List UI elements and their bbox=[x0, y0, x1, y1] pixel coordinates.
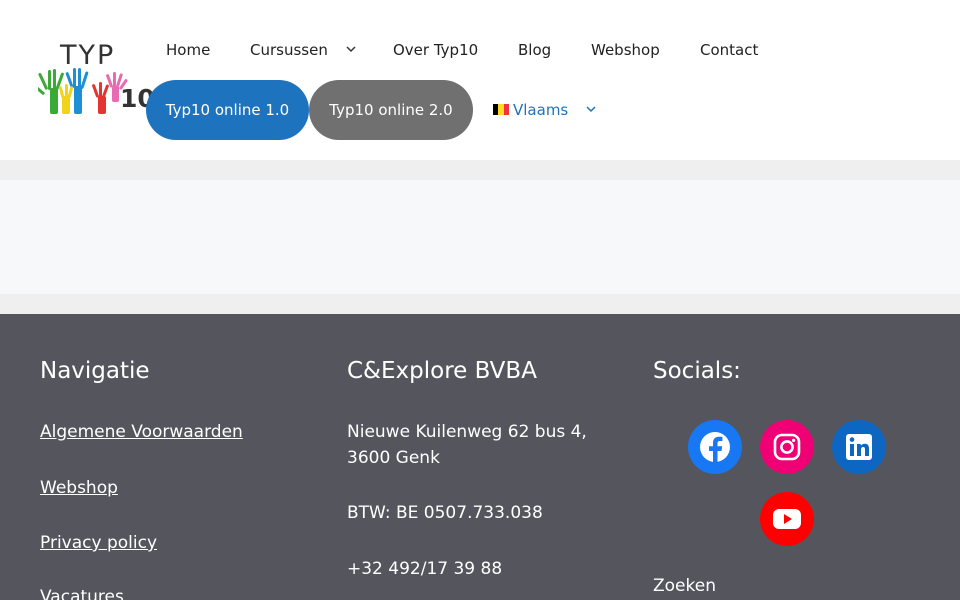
typ10-online-2-button[interactable]: Typ10 online 2.0 bbox=[309, 80, 473, 140]
instagram-icon[interactable] bbox=[760, 420, 814, 474]
footer-link-algemene-voorwaarden[interactable]: Algemene Voorwaarden bbox=[40, 422, 243, 442]
belgium-flag-icon bbox=[493, 104, 509, 115]
facebook-icon[interactable] bbox=[688, 420, 742, 474]
footer-link-webshop[interactable]: Webshop bbox=[40, 478, 118, 498]
linkedin-icon[interactable] bbox=[832, 420, 886, 474]
footer-company-title: C&Explore BVBA bbox=[347, 358, 537, 384]
nav-item-home[interactable]: Home bbox=[166, 40, 210, 60]
language-label: Vlaams bbox=[513, 101, 569, 119]
nav-item-label: Blog bbox=[518, 41, 552, 59]
footer-search-label: Zoeken bbox=[653, 576, 716, 596]
footer-navigation-title: Navigatie bbox=[40, 358, 150, 384]
typ10-online-1-button[interactable]: Typ10 online 1.0 bbox=[146, 80, 309, 140]
nav-item-label: Contact bbox=[700, 41, 759, 59]
nav-item-label: Cursussen bbox=[250, 41, 328, 59]
nav-item-cursussen[interactable]: Cursussen bbox=[250, 40, 356, 60]
nav-item-blog[interactable]: Blog bbox=[518, 40, 551, 60]
footer-link-privacy-policy[interactable]: Privacy policy bbox=[40, 533, 157, 553]
chevron-down-icon[interactable] bbox=[586, 100, 596, 120]
nav-item-webshop[interactable]: Webshop bbox=[591, 40, 660, 60]
nav-item-label: Over Typ10 bbox=[393, 41, 479, 59]
youtube-icon[interactable] bbox=[760, 492, 814, 546]
content-area bbox=[0, 180, 960, 294]
site-footer: Navigatie Algemene Voorwaarden Webshop P… bbox=[0, 314, 960, 600]
nav-item-label: Webshop bbox=[591, 41, 660, 59]
nav-item-label: Home bbox=[166, 41, 211, 59]
nav-item-over-typ10[interactable]: Over Typ10 bbox=[393, 40, 478, 60]
company-vat: BTW: BE 0507.733.038 bbox=[347, 503, 543, 523]
company-phone: +32 492/17 39 88 bbox=[347, 559, 503, 579]
chevron-down-icon[interactable] bbox=[346, 40, 356, 60]
company-address-line2: 3600 Genk bbox=[347, 448, 440, 468]
site-logo[interactable]: TYP 10 bbox=[38, 40, 155, 118]
footer-socials-title: Socials: bbox=[653, 358, 741, 384]
nav-item-contact[interactable]: Contact bbox=[700, 40, 758, 60]
site-header: TYP 10 Home Cursussen Over Typ10 Blog We… bbox=[0, 0, 960, 160]
company-address-line1: Nieuwe Kuilenweg 62 bus 4, bbox=[347, 422, 587, 442]
language-switcher[interactable]: Vlaams bbox=[493, 100, 596, 120]
footer-link-vacatures[interactable]: Vacatures bbox=[40, 587, 124, 600]
